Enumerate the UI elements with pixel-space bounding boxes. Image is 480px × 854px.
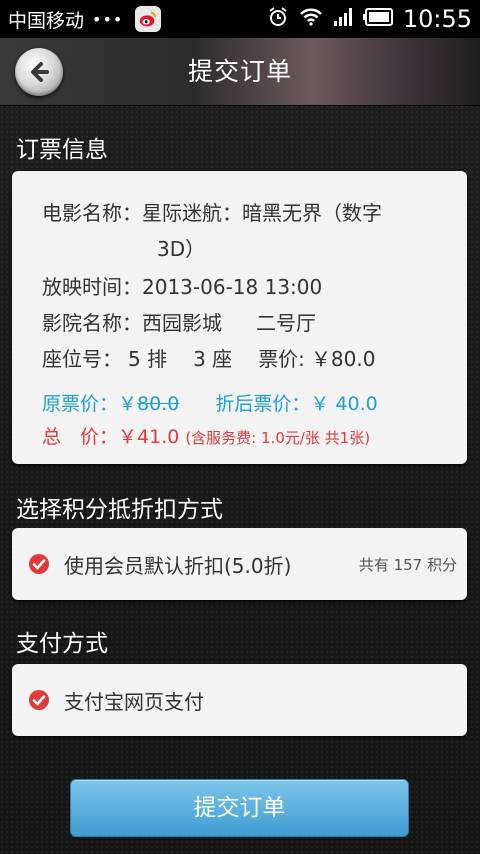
- original-price-value: 80.0: [137, 393, 180, 415]
- points-heading: 选择积分抵折扣方式: [16, 497, 223, 523]
- title-bar: 提交订单: [0, 38, 480, 106]
- ticket-info-heading: 订票信息: [16, 137, 108, 163]
- seat-label: 座位号：: [42, 347, 122, 371]
- discount-price-label: 折后票价：: [215, 393, 311, 415]
- wifi-icon: [299, 7, 323, 32]
- movie-name: 星际迷航：暗黑无界（数字: [142, 201, 382, 225]
- status-bar: 中国移动 ••• 10:55: [0, 0, 480, 38]
- payment-option-label: 支付宝网页支付: [64, 689, 204, 714]
- check-circle-icon: [29, 554, 49, 574]
- notification-dots: •••: [92, 9, 124, 29]
- movie-row: 电影名称：星际迷航：暗黑无界（数字: [42, 197, 382, 226]
- back-button[interactable]: [15, 48, 63, 96]
- total-label: 总 价：: [42, 426, 119, 448]
- cinema-label: 影院名称：: [42, 311, 142, 335]
- points-option-label: 使用会员默认折扣(5.0折): [64, 553, 292, 578]
- cinema-row: 影院名称：西园影城 二号厅: [42, 307, 316, 336]
- movie-name-continued: 3D）: [157, 237, 206, 261]
- showtime-label: 放映时间：: [42, 275, 142, 299]
- service-fee-note: (含服务费: 1.0元/张 共1张): [185, 429, 371, 447]
- original-price-row: 原票价：￥80.0 折后票价：￥ 40.0: [42, 389, 378, 416]
- total-price-row: 总 价：￥41.0 (含服务费: 1.0元/张 共1张): [42, 422, 370, 449]
- seat-col-value: 3 座: [193, 347, 233, 371]
- original-price-label: 原票价：: [42, 393, 119, 415]
- alarm-icon: [267, 6, 289, 33]
- total-value: ￥41.0: [118, 426, 180, 448]
- hall-value: 二号厅: [256, 311, 316, 335]
- original-price-currency: ￥: [118, 393, 138, 415]
- status-time: 10:55: [402, 5, 472, 33]
- page-title: 提交订单: [187, 57, 292, 86]
- seat-row-value: 5 排: [128, 347, 168, 371]
- movie-label: 电影名称：: [42, 201, 142, 225]
- payment-heading: 支付方式: [16, 631, 108, 657]
- points-option[interactable]: 使用会员默认折扣(5.0折) 共有 157 积分: [12, 528, 467, 600]
- ticket-price-label: 票价:: [258, 347, 305, 371]
- weibo-icon: [135, 6, 162, 32]
- signal-icon: [333, 7, 353, 32]
- back-arrow-icon: [31, 62, 49, 82]
- payment-option[interactable]: 支付宝网页支付: [12, 664, 467, 736]
- submit-order-button[interactable]: 提交订单: [70, 779, 409, 837]
- discount-price-value: ￥ 40.0: [310, 393, 378, 415]
- showtime-row: 放映时间：2013-06-18 13:00: [42, 271, 322, 300]
- carrier-name: 中国移动: [8, 9, 85, 32]
- battery-icon: [362, 7, 393, 31]
- cinema-value: 西园影城: [142, 311, 222, 335]
- seat-row: 座位号： 5 排 3 座 票价: ￥80.0: [42, 343, 375, 372]
- ticket-price-value: ￥80.0: [310, 347, 376, 371]
- ticket-info-card: 电影名称：星际迷航：暗黑无界（数字 3D） 放映时间：2013-06-18 13…: [12, 171, 467, 464]
- check-circle-icon: [29, 690, 49, 710]
- points-balance: 共有 157 积分: [358, 555, 457, 574]
- showtime-value: 2013-06-18 13:00: [142, 275, 323, 299]
